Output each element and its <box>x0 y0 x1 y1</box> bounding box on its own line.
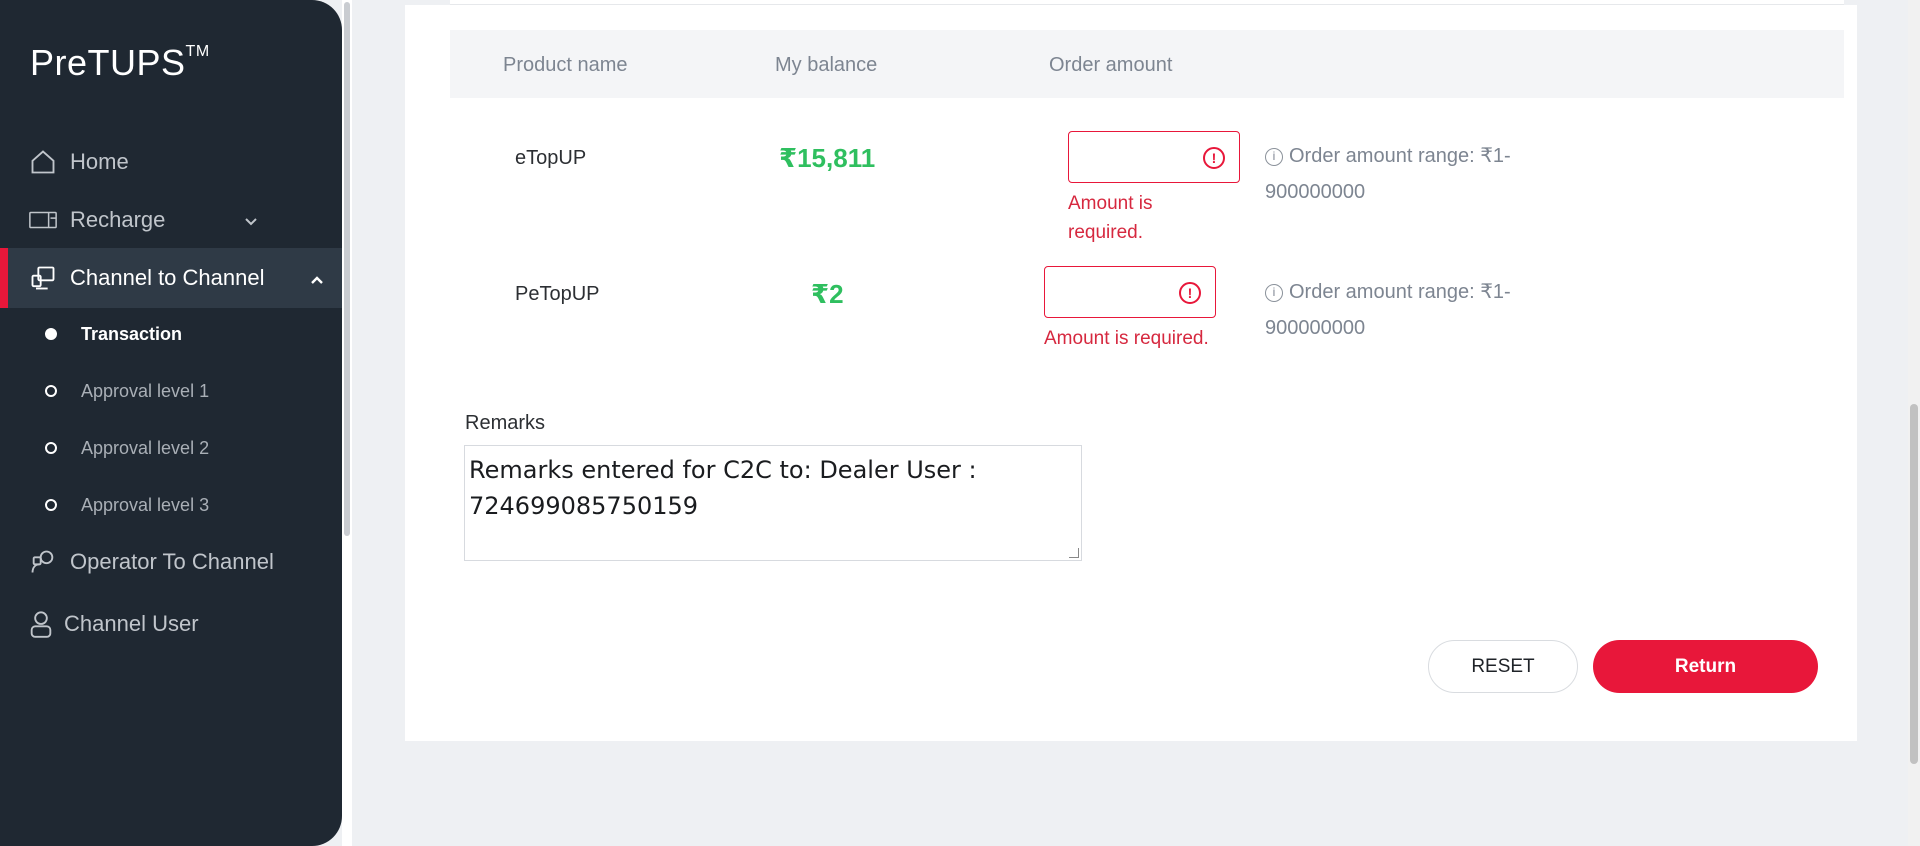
error-icon: ! <box>1179 282 1201 304</box>
resize-handle-icon[interactable] <box>1069 548 1079 558</box>
order-amount-input[interactable]: ! <box>1044 266 1216 318</box>
reset-button[interactable]: RESET <box>1428 640 1578 693</box>
sidebar-item-home[interactable]: Home <box>0 134 342 190</box>
sidebar: PreTUPSTM Home Recharge Channel to Chann… <box>0 0 342 846</box>
order-amount-input[interactable]: ! <box>1068 131 1240 183</box>
bullet-icon <box>45 328 57 340</box>
sidebar-item-label: Operator To Channel <box>70 549 274 574</box>
info-icon: i <box>1265 148 1283 166</box>
column-header-product: Product name <box>503 54 628 76</box>
recharge-icon <box>28 205 58 235</box>
remarks-textarea[interactable]: Remarks entered for C2C to: Dealer User … <box>464 445 1082 561</box>
error-message: Amount is required. <box>1068 193 1153 243</box>
chevron-up-icon[interactable] <box>310 265 324 291</box>
sidebar-subitem-label: Approval level 2 <box>81 437 210 458</box>
table-header: Product name My balance Order amount <box>450 30 1844 98</box>
sidebar-item-operator-to-channel[interactable]: Operator To Channel <box>0 534 342 590</box>
operator-icon <box>28 547 58 577</box>
sidebar-subitem-approval-3[interactable]: Approval level 3 <box>0 483 342 527</box>
order-amount-range: i Order amount range: ₹1-900000000 <box>1265 281 1511 339</box>
sidebar-subitem-approval-2[interactable]: Approval level 2 <box>0 426 342 470</box>
sidebar-item-label: Recharge <box>70 207 166 232</box>
balance-value: ₹15,811 <box>779 143 876 173</box>
sidebar-subitem-label: Transaction <box>81 323 183 344</box>
return-button[interactable]: Return <box>1593 640 1818 693</box>
channel-icon <box>28 263 58 293</box>
column-header-amount: Order amount <box>1049 54 1173 76</box>
app-logo[interactable]: PreTUPSTM <box>30 42 210 84</box>
sidebar-item-channel-user[interactable]: Channel User <box>0 596 342 652</box>
bullet-icon <box>45 499 57 511</box>
home-icon <box>28 147 58 177</box>
sidebar-item-recharge[interactable]: Recharge <box>0 192 342 248</box>
sidebar-subitem-transaction[interactable]: Transaction <box>0 312 342 356</box>
sidebar-subitem-label: Approval level 1 <box>81 380 210 401</box>
sidebar-subitem-label: Approval level 3 <box>81 494 210 515</box>
order-amount-range: i Order amount range: ₹1-900000000 <box>1265 145 1511 203</box>
sidebar-item-label: Channel to Channel <box>70 265 265 290</box>
column-header-balance: My balance <box>775 54 878 76</box>
sidebar-scrollbar[interactable] <box>342 0 352 846</box>
product-name: PeTopUP <box>515 283 600 305</box>
user-icon <box>26 609 56 639</box>
card-top-section <box>450 0 1844 5</box>
bullet-icon <box>45 442 57 454</box>
info-icon: i <box>1265 284 1283 302</box>
sidebar-item-label: Home <box>70 149 129 174</box>
error-message: Amount is required. <box>1044 328 1209 349</box>
bullet-icon <box>45 385 57 397</box>
sidebar-item-label: Channel User <box>64 611 199 636</box>
balance-value: ₹2 <box>811 279 844 309</box>
product-name: eTopUP <box>515 147 587 169</box>
page-scrollbar[interactable] <box>1908 0 1920 846</box>
sidebar-item-channel-to-channel[interactable]: Channel to Channel <box>0 248 342 308</box>
sidebar-subitem-approval-1[interactable]: Approval level 1 <box>0 369 342 413</box>
error-icon: ! <box>1203 147 1225 169</box>
chevron-down-icon[interactable] <box>244 207 258 233</box>
form-card <box>405 5 1857 741</box>
remarks-label: Remarks <box>465 412 546 434</box>
